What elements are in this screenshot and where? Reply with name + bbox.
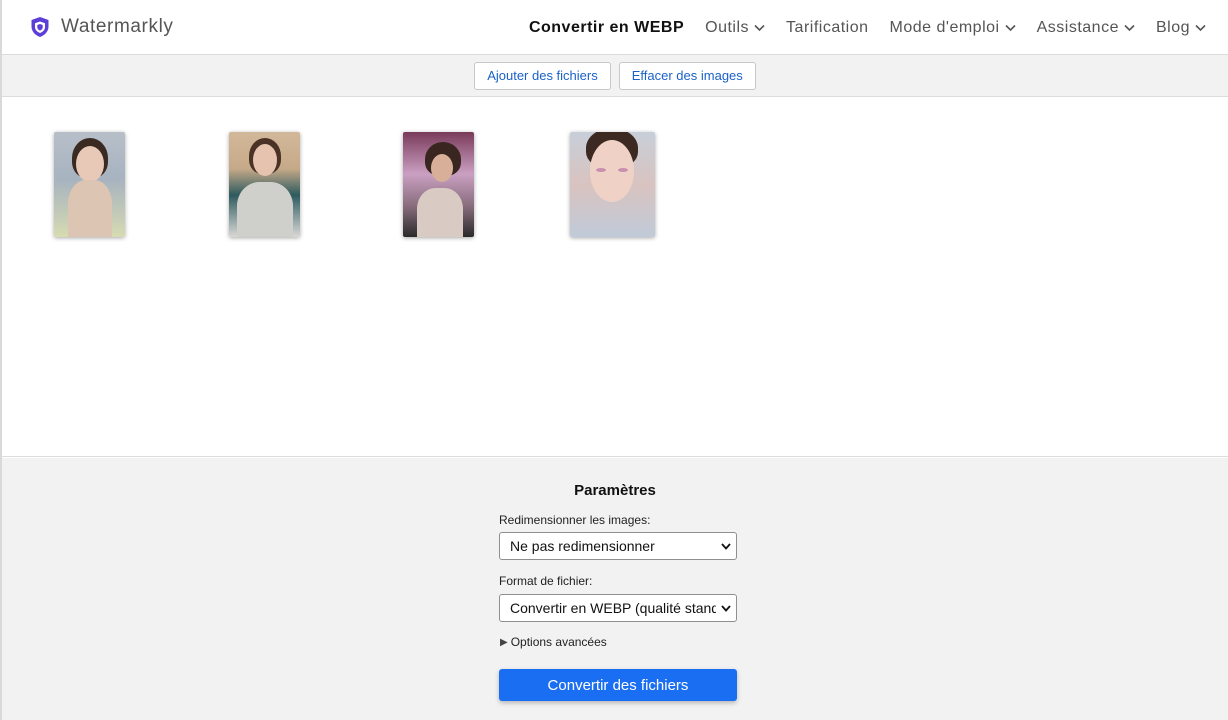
chevron-down-icon: [1005, 24, 1016, 31]
page: Watermarkly Convertir en WEBP Outils Tar…: [0, 0, 1228, 720]
convert-files-button[interactable]: Convertir des fichiers: [499, 669, 737, 701]
nav-label: Convertir en WEBP: [528, 18, 685, 36]
shield-icon: [31, 17, 49, 37]
image-thumbnail[interactable]: [54, 132, 125, 237]
chevron-down-icon: [754, 24, 765, 31]
thumbnail-eye: [618, 168, 628, 172]
nav-pricing[interactable]: Tarification: [786, 19, 868, 37]
brand-logo-link[interactable]: Watermarkly: [30, 16, 174, 38]
file-toolbar: Ajouter des fichiers Effacer des images: [2, 55, 1228, 97]
top-header: Watermarkly Convertir en WEBP Outils Tar…: [2, 0, 1228, 55]
nav-label: Outils: [705, 18, 750, 36]
resize-label: Redimensionner les images:: [499, 513, 651, 527]
settings-title: Paramètres: [574, 482, 656, 499]
image-thumbnail[interactable]: [229, 132, 300, 237]
brand-name: Watermarkly: [61, 16, 174, 37]
thumbnail-face: [431, 154, 453, 182]
clear-images-button[interactable]: Effacer des images: [618, 61, 756, 90]
nav-support[interactable]: Assistance: [1037, 19, 1135, 37]
nav-convert-webp[interactable]: Convertir en WEBP: [529, 19, 684, 37]
format-select[interactable]: Convertir en WEBP (qualité standard): [499, 594, 737, 622]
format-label: Format de fichier:: [499, 574, 593, 588]
resize-select-value: Ne pas redimensionner: [510, 538, 655, 554]
advanced-options-toggle[interactable]: ▶ Options avancées: [500, 635, 607, 649]
triangle-right-icon: ▶: [500, 636, 508, 648]
format-select-value: Convertir en WEBP (qualité standard): [510, 600, 716, 616]
thumbnail-neck: [68, 180, 112, 237]
image-thumbnail[interactable]: [403, 132, 474, 237]
chevron-down-icon: [721, 543, 731, 550]
resize-select[interactable]: Ne pas redimensionner: [499, 532, 737, 560]
image-thumbnail[interactable]: [570, 132, 655, 237]
thumbnail-face: [253, 144, 277, 176]
thumbnail-shirt: [417, 188, 463, 237]
nav-label: Mode d'emploi: [889, 18, 1000, 36]
main-nav: Convertir en WEBP Outils Tarification Mo…: [508, 0, 1206, 55]
image-gallery: [2, 98, 1228, 457]
advanced-options-label: Options avancées: [510, 635, 607, 649]
add-files-button[interactable]: Ajouter des fichiers: [474, 61, 611, 90]
chevron-down-icon: [1195, 24, 1206, 31]
nav-how-to[interactable]: Mode d'emploi: [890, 19, 1016, 37]
nav-blog[interactable]: Blog: [1156, 19, 1206, 37]
thumbnail-coat: [237, 182, 293, 237]
nav-label: Blog: [1155, 18, 1190, 36]
chevron-down-icon: [721, 605, 731, 612]
nav-label: Tarification: [786, 18, 869, 36]
nav-tools[interactable]: Outils: [705, 19, 765, 37]
chevron-down-icon: [1124, 24, 1135, 31]
thumbnail-eye: [596, 168, 606, 172]
thumbnail-face: [76, 146, 104, 182]
nav-label: Assistance: [1036, 18, 1119, 36]
settings-panel: Paramètres Redimensionner les images: Ne…: [2, 458, 1228, 720]
